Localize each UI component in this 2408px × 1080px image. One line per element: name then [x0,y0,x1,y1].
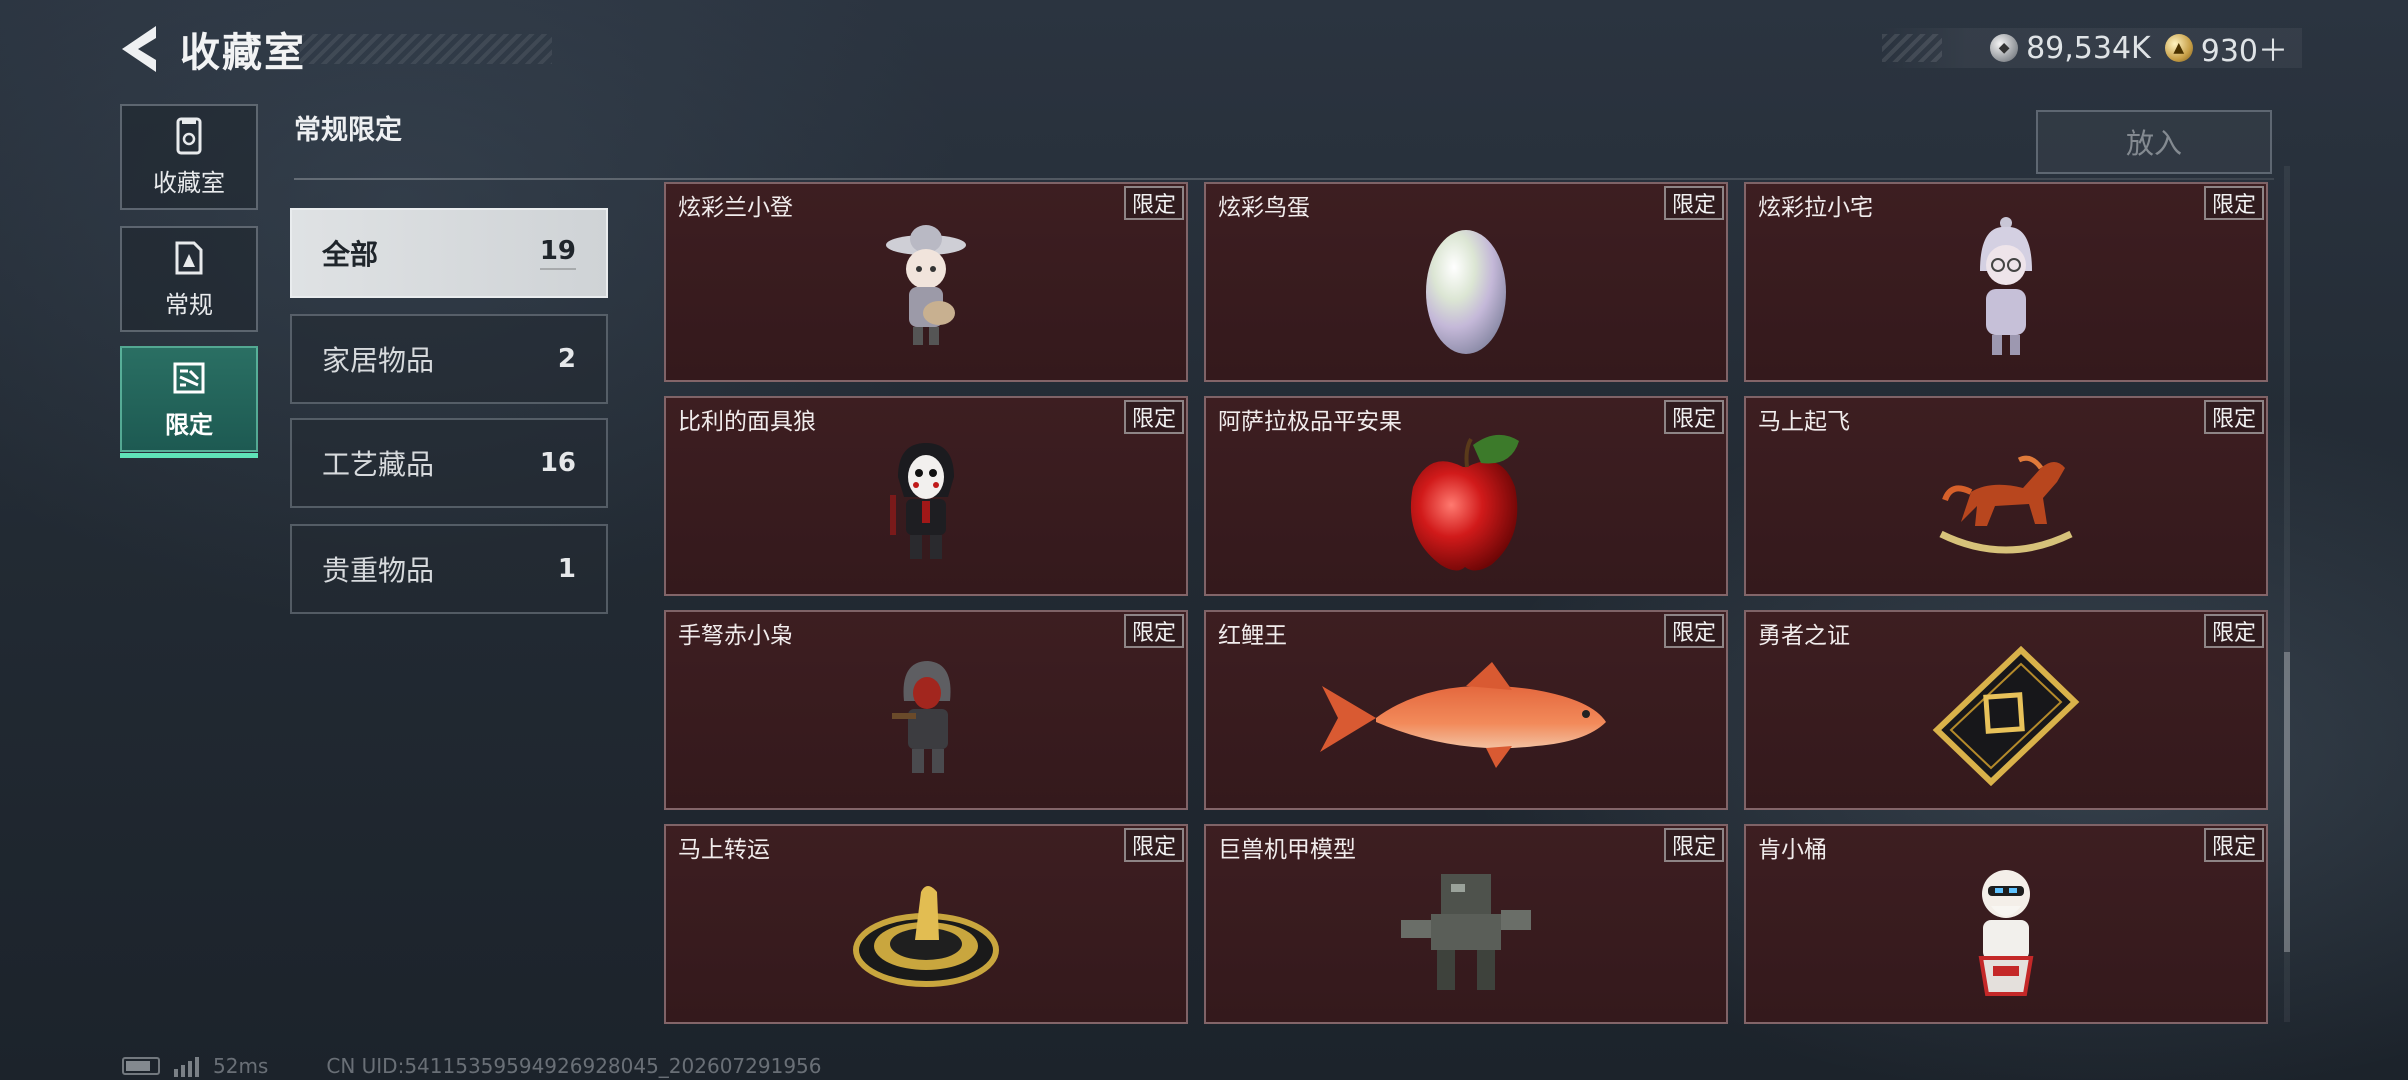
item-name: 炫彩兰小登 [678,195,793,221]
sombrero-doll-figurine-icon [886,225,966,345]
status-footer: 52ms CN UID:54115359594926928045_2026072… [122,1054,822,1078]
item-name: 马上起飞 [1758,409,1850,435]
limited-tag: 限定 [2204,400,2264,434]
rocking-horse-icon [1939,455,2073,554]
user-uid: CN UID:54115359594926928045_202607291956 [326,1054,822,1078]
item-card[interactable]: 肯小桶 限定 [1744,824,2268,1024]
item-card[interactable]: 马上转运 限定 [664,824,1188,1024]
limited-tag: 限定 [2204,614,2264,648]
item-name: 手弩赤小枭 [678,623,793,649]
back-button[interactable] [118,22,168,76]
back-arrow-icon [122,26,156,72]
item-name: 红鲤王 [1218,623,1287,649]
category-all[interactable]: 全部 19 [290,208,608,298]
title-decoration [300,34,552,64]
item-name: 马上转运 [678,837,770,863]
ping-value: 52ms [213,1054,269,1078]
limited-tag: 限定 [1124,186,1184,220]
item-card[interactable]: 阿萨拉极品平安果 限定 [1204,396,1728,596]
category-label: 工艺藏品 [322,448,435,481]
item-name: 比利的面具狼 [678,409,816,435]
category-count: 19 [540,236,576,270]
item-name: 肯小桶 [1758,837,1827,863]
section-title: 常规限定 [294,115,402,146]
category-count: 16 [539,448,576,478]
limited-tag: 限定 [1664,400,1724,434]
currency-bar: ◆ 89,534K ▲ 930＋ [1882,26,2302,70]
category-craft[interactable]: 工艺藏品 16 [290,418,608,508]
gold-card-icon [1932,646,2080,786]
limited-tag: 限定 [1124,614,1184,648]
nav-label-limited: 限定 [165,410,213,439]
nav-label-regular: 常规 [165,290,213,319]
limited-tag: 限定 [1664,828,1724,862]
section-divider [294,178,2274,180]
limited-icon [172,359,206,397]
item-name: 炫彩拉小宅 [1758,195,1873,221]
mech-model-icon [1401,874,1531,990]
collection-icon [172,117,206,155]
item-card[interactable]: 比利的面具狼 限定 [664,396,1188,596]
item-card[interactable]: 炫彩兰小登 限定 [664,182,1188,382]
limited-tag: 限定 [1124,400,1184,434]
limited-tag: 限定 [1124,828,1184,862]
colonel-figurine-icon [1978,870,2034,996]
golden-disc-icon [853,886,999,987]
item-card[interactable]: 手弩赤小枭 限定 [664,610,1188,810]
item-name: 阿萨拉极品平安果 [1218,409,1402,435]
battery-icon [122,1057,160,1075]
item-card[interactable]: 炫彩拉小宅 限定 [1744,182,2268,382]
hooded-doll-figurine-icon [1980,217,2032,355]
item-card[interactable]: 马上起飞 限定 [1744,396,2268,596]
category-valuables[interactable]: 贵重物品 1 [290,524,608,614]
currency-gold[interactable]: ▲ 930＋ [2164,26,2288,70]
iridescent-egg-icon [1426,230,1506,354]
limited-tag: 限定 [1664,614,1724,648]
gold-coin-icon: ▲ [2164,34,2193,62]
regular-icon [172,239,206,277]
limited-tag: 限定 [2204,828,2264,862]
category-label: 家居物品 [322,344,435,377]
nav-label-collection: 收藏室 [153,168,225,197]
category-home[interactable]: 家居物品 2 [290,314,608,404]
page-title-bar: 收藏室 [180,22,552,76]
item-card[interactable]: 红鲤王 限定 [1204,610,1728,810]
nav-item-limited[interactable]: 限定 [120,346,258,458]
hooded-archer-figurine-icon [892,661,951,773]
category-count: 1 [557,554,576,584]
category-count: 2 [557,344,576,374]
red-apple-icon [1410,434,1519,571]
currency-gold-value: 930＋ [2200,34,2288,69]
item-name: 炫彩鸟蛋 [1218,195,1310,221]
item-card[interactable]: 炫彩鸟蛋 限定 [1204,182,1728,382]
limited-tag: 限定 [2204,186,2264,220]
item-card[interactable]: 巨兽机甲模型 限定 [1204,824,1728,1024]
limited-tag: 限定 [1664,186,1724,220]
category-label: 全部 [322,238,379,271]
currency-silver-value: 89,534K [2026,30,2151,66]
grid-scrollbar-thumb[interactable] [2284,652,2290,952]
put-in-button[interactable]: 放入 [2036,110,2272,174]
silver-coin-icon: ◆ [1990,34,2019,62]
nav-item-regular[interactable]: 常规 [120,226,258,332]
item-card[interactable]: 勇者之证 限定 [1744,610,2268,810]
page-title: 收藏室 [180,30,306,76]
currency-silver[interactable]: ◆ 89,534K [1990,31,2151,66]
item-name: 勇者之证 [1758,623,1850,649]
masked-puppet-figurine-icon [890,443,954,559]
nav-item-collection[interactable]: 收藏室 [120,104,258,210]
red-carp-icon [1320,662,1606,768]
signal-icon [174,1055,199,1077]
item-name: 巨兽机甲模型 [1218,837,1356,863]
category-label: 贵重物品 [322,554,435,587]
